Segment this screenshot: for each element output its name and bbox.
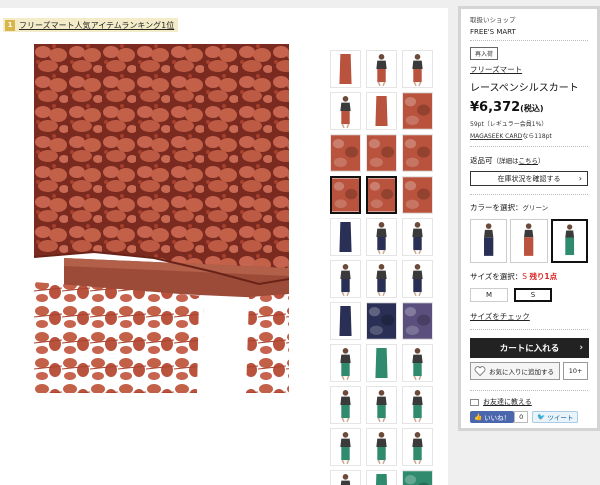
thumbnail-10[interactable] — [330, 176, 361, 214]
size-label: サイズを選択：S 残り1点 — [470, 271, 588, 282]
tweet-button[interactable]: 🐦 ツイート — [532, 411, 579, 423]
thumbnail-grid — [330, 50, 433, 485]
add-to-favorites-label: お気に入りに追加する — [489, 368, 554, 376]
thumbnail-11[interactable] — [366, 176, 397, 214]
color-label: カラーを選択：グリーン — [470, 202, 588, 213]
thumbs-up-icon: 👍 — [474, 413, 483, 421]
thumbnail-17[interactable] — [366, 260, 397, 298]
facebook-like-label: いいね！ — [484, 414, 511, 422]
returns-paren-close: ） — [538, 157, 545, 165]
returns-details-link[interactable]: こちら — [519, 157, 539, 165]
thumbnail-15[interactable] — [402, 218, 433, 256]
thumbnail-28[interactable] — [330, 428, 361, 466]
points-info: 59pt（レギュラー会員1%） — [470, 121, 548, 128]
size-option-m[interactable]: M — [470, 288, 508, 302]
chevron-right-icon: › — [579, 343, 583, 353]
shop-label: 取扱いショップ — [470, 16, 516, 24]
product-image-panel: 1 フリーズマート人気アイテムランキング1位 — [0, 8, 448, 485]
facebook-like-button[interactable]: 👍 いいね！ — [470, 411, 515, 423]
check-stock-label: 在庫状況を確認する — [497, 174, 561, 183]
share-with-friend[interactable]: お友達に教える — [470, 390, 588, 407]
thumbnail-23[interactable] — [366, 344, 397, 382]
product-title: レースペンシルスカート — [470, 83, 579, 94]
selected-size: S — [522, 272, 528, 281]
thumbnail-4[interactable] — [330, 92, 361, 130]
thumbnail-14[interactable] — [366, 218, 397, 256]
color-swatch-navy[interactable] — [470, 219, 508, 263]
thumbnail-22[interactable] — [330, 344, 361, 382]
share-with-friend-link[interactable]: お友達に教える — [483, 397, 532, 407]
thumbnail-8[interactable] — [366, 134, 397, 172]
size-check-link[interactable]: サイズをチェック — [470, 311, 588, 330]
thumbnail-9[interactable] — [402, 134, 433, 172]
lace-skirt-closeup-photo — [34, 44, 289, 393]
add-to-cart-label: カートに入れる — [499, 344, 560, 354]
thumbnail-33[interactable] — [402, 470, 433, 485]
ranking-badge[interactable]: 1 フリーズマート人気アイテムランキング1位 — [3, 18, 179, 32]
color-label-text: カラーを選択： — [470, 203, 523, 212]
add-to-favorites-button[interactable]: お気に入りに追加する — [470, 362, 561, 380]
heart-icon — [474, 366, 486, 377]
thumbnail-20[interactable] — [366, 302, 397, 340]
price: ¥6,372(税込) — [470, 100, 588, 115]
thumbnail-6[interactable] — [402, 92, 433, 130]
selected-color: グリーン — [522, 204, 549, 212]
thumbnail-19[interactable] — [330, 302, 361, 340]
tweet-label: ツイート — [547, 414, 574, 422]
favorite-row: お気に入りに追加する 10+ — [470, 362, 588, 380]
twitter-bird-icon: 🐦 — [537, 413, 546, 421]
thumbnail-31[interactable] — [330, 470, 361, 485]
thumbnail-12[interactable] — [402, 176, 433, 214]
social-buttons: 👍 いいね！ 0 🐦 ツイート — [470, 411, 588, 423]
thumbnail-2[interactable] — [366, 50, 397, 88]
facebook-like-count: 0 — [514, 411, 529, 423]
thumbnail-13[interactable] — [330, 218, 361, 256]
card-points-text: なら118pt — [522, 133, 552, 140]
stock-remaining: 残り1点 — [529, 272, 558, 281]
brand-link[interactable]: フリーズマート — [470, 64, 588, 75]
rank-number: 1 — [5, 19, 15, 31]
color-swatch-green[interactable] — [550, 219, 589, 263]
returns-label: 返品可 — [470, 156, 493, 165]
thumbnail-5[interactable] — [366, 92, 397, 130]
thumbnail-24[interactable] — [402, 344, 433, 382]
returns-info: 返品可（詳細はこちら） — [470, 155, 588, 166]
price-tax: (税込) — [520, 104, 544, 113]
thumbnail-21[interactable] — [402, 302, 433, 340]
card-points: MAGASEEK CARDなら118pt — [470, 131, 588, 147]
size-options: MS — [470, 288, 588, 302]
thumbnail-32[interactable] — [366, 470, 397, 485]
thumbnail-29[interactable] — [366, 428, 397, 466]
check-stock-button[interactable]: 在庫状況を確認する › — [470, 171, 588, 186]
thumbnail-7[interactable] — [330, 134, 361, 172]
purchase-panel: 取扱いショップ FREE'S MART 再入荷 フリーズマート レースペンシルス… — [458, 6, 600, 431]
color-swatches — [470, 219, 589, 263]
shop-name[interactable]: FREE'S MART — [470, 28, 588, 41]
restock-badge: 再入荷 — [470, 47, 499, 60]
price-value: ¥6,372 — [470, 100, 521, 115]
thumbnail-30[interactable] — [402, 428, 433, 466]
thumbnail-3[interactable] — [402, 50, 433, 88]
magaseek-card-link[interactable]: MAGASEEK CARD — [470, 133, 522, 140]
ranking-link[interactable]: フリーズマート人気アイテムランキング1位 — [19, 20, 174, 31]
favorites-count: 10+ — [563, 362, 588, 380]
color-swatch-red[interactable] — [510, 219, 548, 263]
thumbnail-1[interactable] — [330, 50, 361, 88]
thumbnail-18[interactable] — [402, 260, 433, 298]
thumbnail-16[interactable] — [330, 260, 361, 298]
thumbnail-25[interactable] — [330, 386, 361, 424]
thumbnail-27[interactable] — [402, 386, 433, 424]
add-to-cart-button[interactable]: カートに入れる › — [470, 338, 589, 358]
thumbnail-26[interactable] — [366, 386, 397, 424]
size-option-s[interactable]: S — [514, 288, 552, 302]
chevron-right-icon: › — [578, 174, 582, 183]
size-label-text: サイズを選択： — [470, 272, 523, 281]
main-product-photo[interactable] — [34, 44, 289, 393]
mail-icon — [470, 398, 479, 406]
returns-paren-open: （詳細は — [492, 157, 519, 165]
